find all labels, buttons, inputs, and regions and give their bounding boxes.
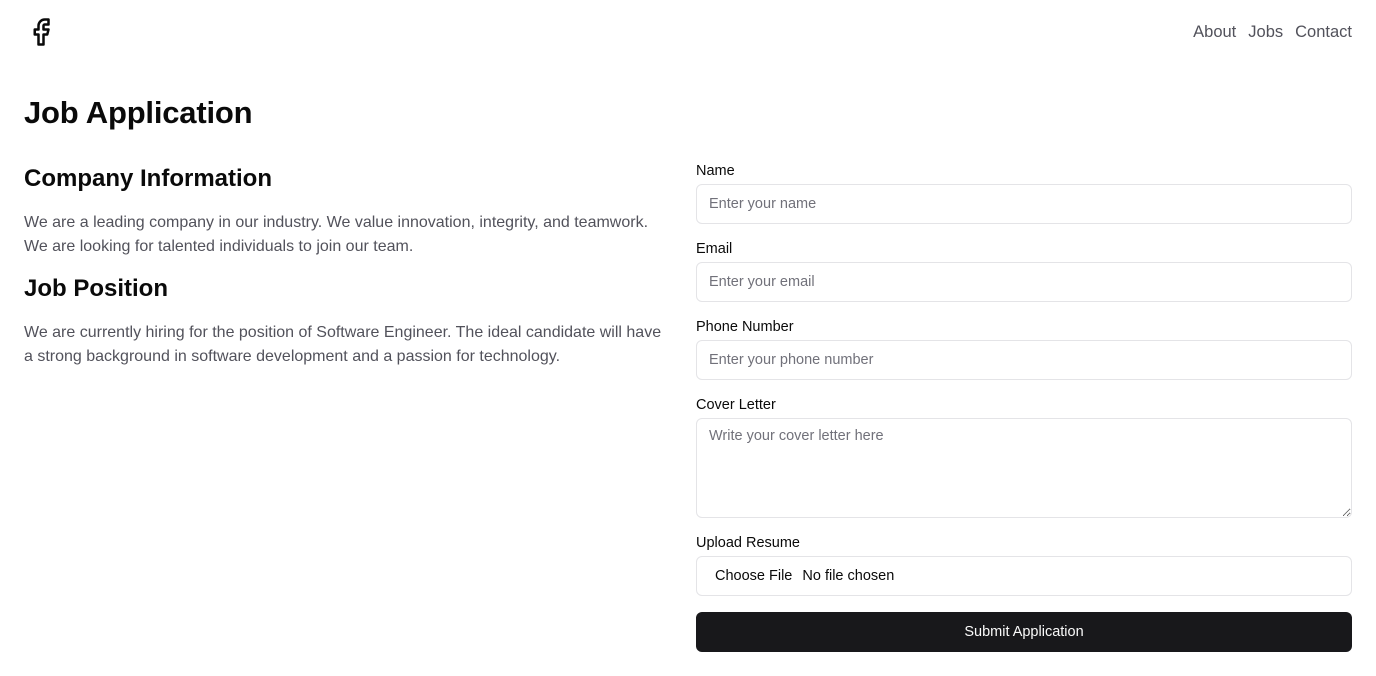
email-input[interactable] bbox=[696, 262, 1352, 302]
facebook-icon[interactable] bbox=[26, 15, 56, 49]
job-position-text: We are currently hiring for the position… bbox=[24, 324, 662, 365]
email-label: Email bbox=[696, 241, 733, 257]
file-status-text: No file chosen bbox=[802, 568, 895, 584]
page-title: Job Application bbox=[24, 95, 253, 130]
site-header: About Jobs Contact bbox=[0, 0, 1376, 64]
company-info-text: We are a leading company in our industry… bbox=[24, 214, 649, 255]
cover-letter-label: Cover Letter bbox=[696, 397, 776, 413]
nav-link-contact[interactable]: Contact bbox=[1295, 21, 1352, 43]
nav-link-about[interactable]: About bbox=[1193, 21, 1236, 43]
phone-label: Phone Number bbox=[696, 319, 794, 335]
resume-file-input[interactable]: Choose File No file chosen bbox=[696, 556, 1352, 596]
resume-label: Upload Resume bbox=[696, 535, 800, 551]
company-info-heading: Company Information bbox=[24, 165, 273, 192]
submit-application-button[interactable]: Submit Application bbox=[696, 612, 1352, 652]
application-form: Name Email Phone Number Cover Letter Upl… bbox=[696, 160, 1352, 652]
phone-input[interactable] bbox=[696, 340, 1352, 380]
job-position-heading: Job Position bbox=[24, 275, 168, 302]
name-input[interactable] bbox=[696, 184, 1352, 224]
top-nav: About Jobs Contact bbox=[1193, 21, 1352, 43]
choose-file-button[interactable]: Choose File bbox=[715, 568, 792, 584]
info-column: Company Information We are a leading com… bbox=[24, 164, 669, 369]
nav-link-jobs[interactable]: Jobs bbox=[1248, 21, 1283, 43]
name-label: Name bbox=[696, 163, 735, 179]
cover-letter-textarea[interactable] bbox=[696, 418, 1352, 518]
